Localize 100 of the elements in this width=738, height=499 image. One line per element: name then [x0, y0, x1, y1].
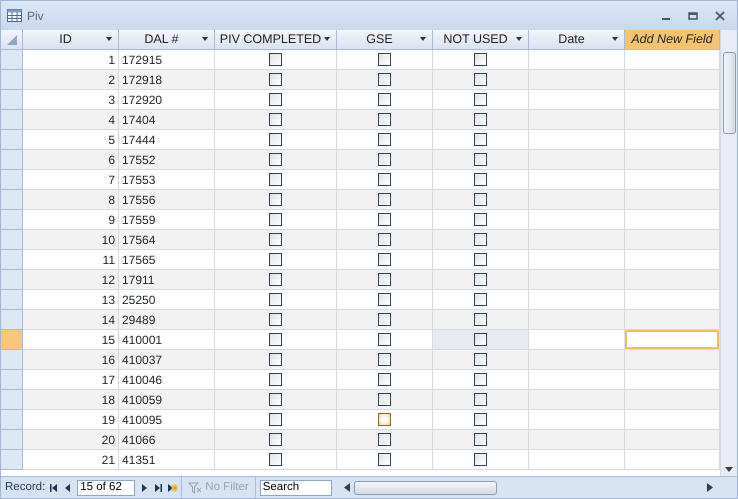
column-header[interactable]: ID: [23, 30, 119, 50]
close-icon[interactable]: [715, 10, 725, 20]
checkbox[interactable]: [474, 453, 487, 466]
checkbox[interactable]: [269, 433, 282, 446]
checkbox[interactable]: [269, 213, 282, 226]
focused-cell[interactable]: [625, 330, 720, 350]
checkbox[interactable]: [269, 133, 282, 146]
checkbox[interactable]: [474, 53, 487, 66]
checkbox[interactable]: [474, 73, 487, 86]
checkbox[interactable]: [269, 113, 282, 126]
column-header[interactable]: DAL #: [119, 30, 215, 50]
checkbox[interactable]: [269, 53, 282, 66]
checkbox[interactable]: [269, 93, 282, 106]
scroll-right-icon[interactable]: [707, 483, 713, 492]
checkbox[interactable]: [269, 413, 282, 426]
checkbox[interactable]: [474, 233, 487, 246]
table-cell: 172918: [119, 70, 215, 90]
checkbox[interactable]: [269, 153, 282, 166]
checkbox[interactable]: [378, 133, 391, 146]
checkbox[interactable]: [474, 213, 487, 226]
table-cell: 17404: [119, 110, 215, 130]
checkbox[interactable]: [474, 113, 487, 126]
checkbox[interactable]: [269, 193, 282, 206]
checkbox[interactable]: [269, 253, 282, 266]
checkbox[interactable]: [474, 293, 487, 306]
checkbox[interactable]: [378, 93, 391, 106]
checkbox[interactable]: [269, 393, 282, 406]
checkbox[interactable]: [378, 373, 391, 386]
checkbox[interactable]: [378, 273, 391, 286]
checkbox[interactable]: [378, 113, 391, 126]
dropdown-icon[interactable]: [612, 37, 618, 41]
column-header[interactable]: PIV COMPLETED: [215, 30, 337, 50]
scrollbar-thumb[interactable]: [354, 480, 497, 494]
checkbox[interactable]: [474, 433, 487, 446]
add-new-field-header[interactable]: Add New Field: [625, 30, 720, 50]
column-header[interactable]: Date: [529, 30, 625, 50]
vertical-scrollbar[interactable]: [720, 30, 737, 476]
next-record-icon[interactable]: [139, 482, 150, 492]
dropdown-icon[interactable]: [324, 37, 330, 41]
checkbox[interactable]: [378, 433, 391, 446]
checkbox[interactable]: [378, 53, 391, 66]
checkbox[interactable]: [378, 173, 391, 186]
checkbox[interactable]: [269, 73, 282, 86]
checkbox[interactable]: [474, 133, 487, 146]
checkbox[interactable]: [378, 73, 391, 86]
column-header[interactable]: GSE: [337, 30, 433, 50]
dropdown-icon[interactable]: [420, 37, 426, 41]
checkbox[interactable]: [378, 333, 391, 346]
table-cell: 14: [23, 310, 119, 330]
checkbox[interactable]: [378, 453, 391, 466]
checkbox[interactable]: [474, 313, 487, 326]
scrollbar-thumb[interactable]: [722, 52, 736, 134]
checkbox[interactable]: [269, 373, 282, 386]
checkbox[interactable]: [474, 273, 487, 286]
checkbox[interactable]: [474, 353, 487, 366]
checkbox[interactable]: [378, 233, 391, 246]
table-cell: 18: [23, 390, 119, 410]
checkbox[interactable]: [474, 253, 487, 266]
checkbox[interactable]: [269, 453, 282, 466]
checkbox[interactable]: [269, 173, 282, 186]
checkbox[interactable]: [378, 253, 391, 266]
checkbox[interactable]: [378, 153, 391, 166]
filter-icon: [188, 482, 202, 494]
checkbox[interactable]: [378, 313, 391, 326]
table-cell: 17564: [119, 230, 215, 250]
checkbox[interactable]: [474, 373, 487, 386]
table-cell: 16: [23, 350, 119, 370]
column-header[interactable]: NOT USED: [433, 30, 529, 50]
checkbox[interactable]: [378, 193, 391, 206]
maximize-icon[interactable]: [688, 10, 698, 20]
checkbox[interactable]: [474, 173, 487, 186]
last-record-icon[interactable]: [153, 482, 164, 492]
checkbox[interactable]: [269, 293, 282, 306]
checkbox[interactable]: [474, 393, 487, 406]
checkbox[interactable]: [474, 333, 487, 346]
search-field[interactable]: Search: [260, 480, 332, 496]
dropdown-icon[interactable]: [202, 37, 208, 41]
new-record-icon[interactable]: [167, 482, 178, 492]
checkbox[interactable]: [474, 413, 487, 426]
dropdown-icon[interactable]: [106, 37, 112, 41]
checkbox[interactable]: [269, 313, 282, 326]
first-record-icon[interactable]: [49, 482, 60, 492]
scroll-left-icon[interactable]: [344, 483, 350, 492]
scroll-down-icon[interactable]: [725, 467, 733, 472]
record-position-field[interactable]: 15 of 62: [77, 480, 136, 496]
checkbox[interactable]: [474, 93, 487, 106]
checkbox[interactable]: [269, 233, 282, 246]
checkbox[interactable]: [474, 153, 487, 166]
checkbox[interactable]: [269, 273, 282, 286]
table-cell: 12: [23, 270, 119, 290]
checkbox[interactable]: [378, 213, 391, 226]
checkbox[interactable]: [378, 393, 391, 406]
dropdown-icon[interactable]: [516, 37, 522, 41]
checkbox[interactable]: [378, 293, 391, 306]
checkbox[interactable]: [378, 353, 391, 366]
checkbox[interactable]: [269, 333, 282, 346]
table-cell: 41351: [119, 450, 215, 470]
checkbox[interactable]: [269, 353, 282, 366]
table-cell: 21: [23, 450, 119, 470]
checkbox[interactable]: [474, 193, 487, 206]
